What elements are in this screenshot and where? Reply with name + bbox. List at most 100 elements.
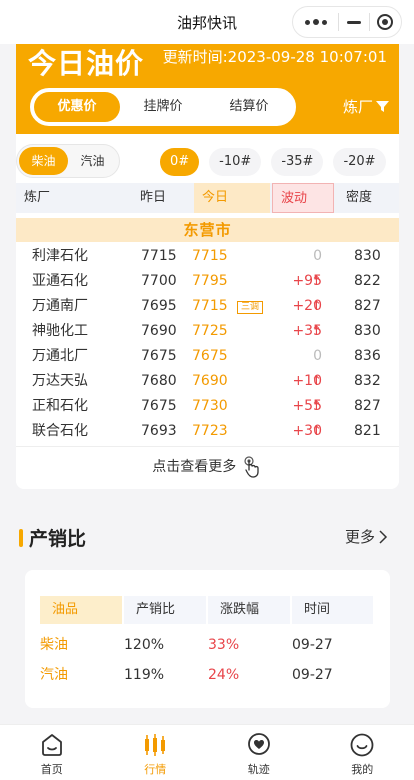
yesterday-price: 7693 <box>141 423 177 439</box>
product-name: 柴油 <box>40 637 68 653</box>
filter-icon <box>376 101 389 112</box>
header-yesterday[interactable]: 昨日 <box>132 183 188 213</box>
price-change: 0 <box>313 348 322 364</box>
header-today[interactable]: 今日 <box>194 183 270 213</box>
density-value: 830 <box>354 248 381 264</box>
today-price: 7715 <box>192 248 228 264</box>
arrow-up-icon: ↑ <box>311 424 322 439</box>
refinery-name: 利津石化 <box>32 248 88 264</box>
density-value: 821 <box>354 423 381 439</box>
density-value: 836 <box>354 348 381 364</box>
grade-0[interactable]: 0# <box>160 148 200 176</box>
update-time: 更新时间:2023-09-28 10:07:01 <box>162 48 387 66</box>
nav-profile-label: 我的 <box>351 763 374 776</box>
ratio-more-link[interactable]: 更多 <box>345 526 388 547</box>
adjustment-tag: 三调 <box>237 301 264 314</box>
time-value: 09-27 <box>292 637 333 653</box>
ratio-more-label: 更多 <box>344 528 375 546</box>
refinery-filter-button[interactable]: 炼厂 <box>343 96 389 117</box>
minimize-icon[interactable] <box>339 20 368 24</box>
grade-minus-35[interactable]: -35# <box>271 148 324 176</box>
grade-minus-10[interactable]: -10# <box>209 148 262 176</box>
nav-profile[interactable]: 我的 <box>311 725 414 780</box>
tab-settlement-price[interactable]: 结算价 <box>206 92 292 122</box>
capsule-menu <box>292 6 402 38</box>
header-product: 油品 <box>40 596 122 624</box>
time-value: 09-27 <box>292 667 333 683</box>
fuel-diesel[interactable]: 柴油 <box>19 147 68 175</box>
yesterday-price: 7700 <box>141 273 177 289</box>
header-change[interactable]: 波动 <box>272 183 334 213</box>
pointer-hand-icon <box>244 456 259 478</box>
today-price: 7690 <box>192 373 228 389</box>
table-row[interactable]: 联合石化 7693 7723 +30 ↑ 821 <box>16 419 399 444</box>
table-row[interactable]: 正和石化 7675 7730 +55 ↑ 827 <box>16 394 399 419</box>
density-value: 827 <box>354 398 381 414</box>
arrow-up-icon: ↑ <box>311 399 322 414</box>
nav-home-label: 首页 <box>40 763 63 776</box>
yesterday-price: 7715 <box>141 248 177 264</box>
table-row[interactable]: 神驰化工 7690 7725 +35 ↑ 830 <box>16 319 399 344</box>
candlestick-icon <box>145 734 166 756</box>
title-accent-bar <box>19 528 23 547</box>
arrow-up-icon: ↑ <box>311 374 322 389</box>
table-row[interactable]: 利津石化 7715 7715 0 830 <box>16 244 399 269</box>
ratio-title-text: 产销比 <box>29 528 87 550</box>
refinery-name: 联合石化 <box>32 423 88 439</box>
ratio-card: 油品 产销比 涨跌幅 时间 柴油 120% 33% 09-27 汽油 119% … <box>25 570 390 708</box>
tab-listed-price[interactable]: 挂牌价 <box>120 92 206 122</box>
close-target-icon[interactable] <box>370 14 401 30</box>
fuel-gasoline[interactable]: 汽油 <box>68 147 117 175</box>
nav-home[interactable]: 首页 <box>0 725 104 780</box>
arrow-up-icon: ↑ <box>311 299 322 314</box>
yesterday-price: 7690 <box>141 323 177 339</box>
today-price: 7730 <box>192 398 228 414</box>
table-header: 炼厂 昨日 今日 波动 密度 <box>16 183 399 213</box>
ratio-section-title: 产销比 <box>19 524 86 551</box>
refinery-filter-label: 炼厂 <box>342 98 373 116</box>
table-row[interactable]: 万通南厂 7695 7715 三调 +20 ↑ 827 <box>16 294 399 319</box>
today-price: 7675 <box>192 348 228 364</box>
track-icon <box>247 733 270 755</box>
view-more-button[interactable]: 点击查看更多 <box>16 446 399 486</box>
change-value: 33% <box>208 637 240 653</box>
refinery-name: 万达天弘 <box>32 373 88 389</box>
today-price: 7725 <box>192 323 228 339</box>
header-time: 时间 <box>292 596 373 624</box>
density-value: 832 <box>354 373 381 389</box>
nav-market-label: 行情 <box>144 763 167 776</box>
ratio-table-header: 油品 产销比 涨跌幅 时间 <box>40 596 373 624</box>
grade-minus-20[interactable]: -20# <box>333 148 386 176</box>
page-title: 今日油价 <box>28 47 145 80</box>
header-density[interactable]: 密度 <box>338 183 398 213</box>
table-row[interactable]: 万达天弘 7680 7690 +10 ↑ 832 <box>16 369 399 394</box>
tab-discount-price[interactable]: 优惠价 <box>34 92 120 122</box>
header-refinery[interactable]: 炼厂 <box>16 183 130 213</box>
density-value: 822 <box>354 273 381 289</box>
profile-icon <box>350 733 374 757</box>
today-price: 7795 <box>192 273 228 289</box>
density-value: 827 <box>354 298 381 314</box>
price-table-rows: 利津石化 7715 7715 0 830 亚通石化 7700 7795 +95 ↑ 822 万通南厂 7… <box>16 244 399 444</box>
more-options-icon[interactable] <box>293 19 338 25</box>
home-icon <box>41 734 62 756</box>
refinery-name: 神驰化工 <box>32 323 88 339</box>
header-ratio: 产销比 <box>124 596 206 624</box>
today-price: 7723 <box>192 423 228 439</box>
view-more-label: 点击查看更多 <box>152 459 237 475</box>
product-name: 汽油 <box>40 667 68 683</box>
yesterday-price: 7675 <box>141 398 177 414</box>
price-panel: 柴油 汽油 0# -10# -35# -20# 炼厂 昨日 今日 波动 密度 东… <box>16 134 399 489</box>
arrow-up-icon: ↑ <box>311 324 322 339</box>
refinery-name: 万通北厂 <box>32 348 88 364</box>
nav-market[interactable]: 行情 <box>104 725 208 780</box>
header-change-rate: 涨跌幅 <box>208 596 290 624</box>
price-header: 今日油价 更新时间:2023-09-28 10:07:01 优惠价 挂牌价 结算… <box>16 44 399 134</box>
nav-track[interactable]: 轨迹 <box>207 725 311 780</box>
fuel-type-toggle: 柴油 汽油 <box>16 144 120 178</box>
table-row[interactable]: 万通北厂 7675 7675 0 836 <box>16 344 399 369</box>
nav-track-label: 轨迹 <box>247 763 270 776</box>
city-group-header: 东营市 <box>16 218 399 242</box>
table-row[interactable]: 亚通石化 7700 7795 +95 ↑ 822 <box>16 269 399 294</box>
ratio-value: 119% <box>124 667 165 683</box>
